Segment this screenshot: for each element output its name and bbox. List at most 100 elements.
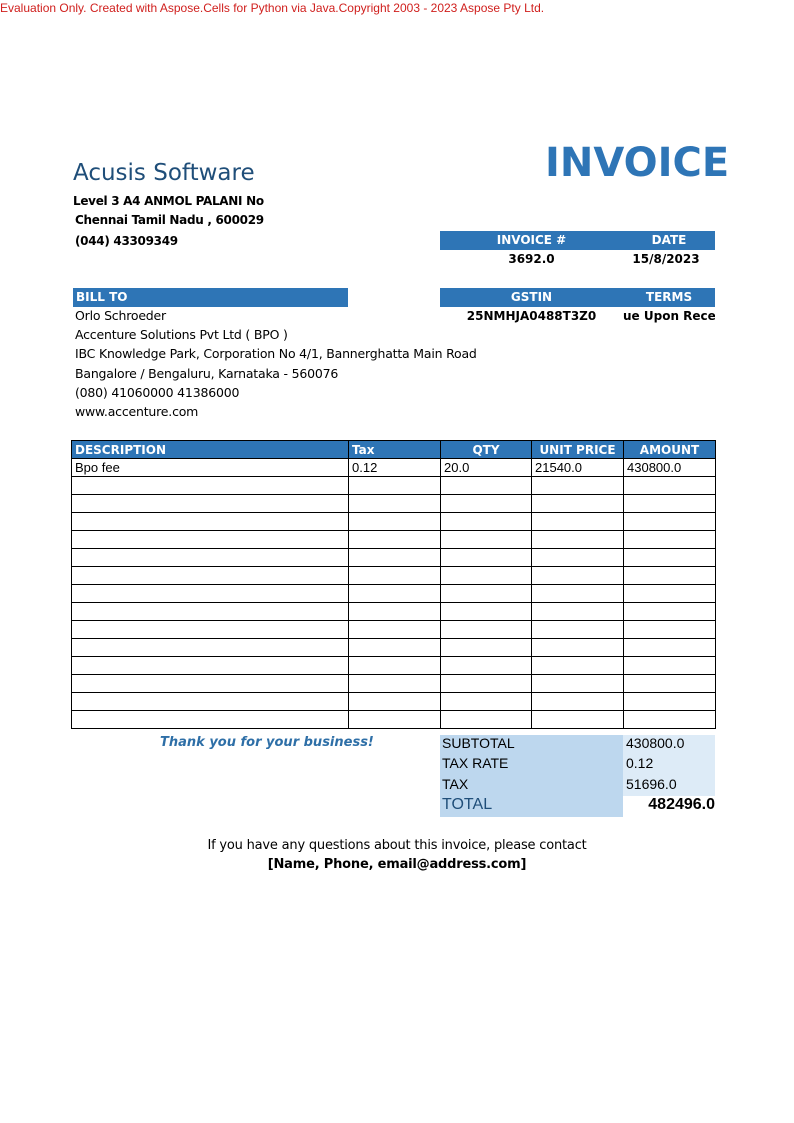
tax-rate-value: 0.12: [623, 755, 715, 776]
empty-cell[interactable]: [623, 602, 716, 621]
item-amount[interactable]: 430800.0: [623, 458, 716, 477]
table-row: Bpo fee 0.12 20.0 21540.0 430800.0: [71, 458, 716, 477]
empty-cell[interactable]: [531, 656, 624, 675]
empty-cell[interactable]: [623, 476, 716, 495]
empty-cell[interactable]: [531, 512, 624, 531]
item-unit-price[interactable]: 21540.0: [531, 458, 624, 477]
empty-cell[interactable]: [440, 548, 532, 567]
column-header-amount: AMOUNT: [623, 440, 716, 459]
column-header-description: DESCRIPTION: [71, 440, 349, 459]
empty-cell[interactable]: [348, 512, 441, 531]
gstin-terms-header: GSTIN TERMS: [440, 288, 715, 307]
bill-to-header: BILL TO: [73, 288, 348, 307]
empty-cell[interactable]: [440, 584, 532, 603]
empty-cell[interactable]: [531, 584, 624, 603]
empty-cell[interactable]: [71, 620, 349, 639]
empty-cell[interactable]: [440, 530, 532, 549]
empty-cell[interactable]: [71, 530, 349, 549]
empty-cell[interactable]: [623, 530, 716, 549]
invoice-number-label: INVOICE #: [496, 233, 567, 247]
empty-cell[interactable]: [71, 710, 349, 729]
empty-cell[interactable]: [531, 692, 624, 711]
empty-cell[interactable]: [71, 674, 349, 693]
empty-cell[interactable]: [348, 584, 441, 603]
empty-cell[interactable]: [531, 674, 624, 693]
empty-cell[interactable]: [531, 620, 624, 639]
empty-cell[interactable]: [440, 638, 532, 657]
empty-cell[interactable]: [623, 584, 716, 603]
empty-cell[interactable]: [348, 494, 441, 513]
empty-cell[interactable]: [440, 602, 532, 621]
terms-value: ue Upon Receip: [623, 309, 715, 323]
empty-cell[interactable]: [623, 692, 716, 711]
empty-cell[interactable]: [348, 530, 441, 549]
empty-cell[interactable]: [348, 638, 441, 657]
item-tax[interactable]: 0.12: [348, 458, 441, 477]
table-row: [71, 512, 716, 531]
empty-cell[interactable]: [71, 692, 349, 711]
empty-cell[interactable]: [531, 548, 624, 567]
empty-cell[interactable]: [623, 656, 716, 675]
empty-cell[interactable]: [440, 494, 532, 513]
tax-rate-label: TAX RATE: [440, 755, 623, 776]
empty-cell[interactable]: [71, 548, 349, 567]
empty-cell[interactable]: [623, 710, 716, 729]
empty-cell[interactable]: [71, 584, 349, 603]
empty-cell[interactable]: [348, 674, 441, 693]
empty-cell[interactable]: [623, 620, 716, 639]
empty-cell[interactable]: [623, 566, 716, 585]
empty-cell[interactable]: [71, 602, 349, 621]
empty-cell[interactable]: [531, 530, 624, 549]
gstin-label: GSTIN: [510, 290, 553, 304]
empty-cell[interactable]: [348, 548, 441, 567]
empty-cell[interactable]: [440, 476, 532, 495]
empty-cell[interactable]: [623, 674, 716, 693]
empty-cell[interactable]: [531, 638, 624, 657]
empty-cell[interactable]: [440, 512, 532, 531]
line-items-table: DESCRIPTION Tax QTY UNIT PRICE AMOUNT Bp…: [71, 440, 716, 729]
empty-cell[interactable]: [531, 566, 624, 585]
empty-cell[interactable]: [348, 566, 441, 585]
empty-cell[interactable]: [71, 494, 349, 513]
empty-cell[interactable]: [440, 620, 532, 639]
empty-cell[interactable]: [348, 476, 441, 495]
empty-cell[interactable]: [531, 602, 624, 621]
total-label: TOTAL: [440, 796, 623, 817]
tax-value: 51696.0: [623, 776, 715, 796]
table-row: [71, 566, 716, 585]
empty-cell[interactable]: [623, 512, 716, 531]
empty-cell[interactable]: [623, 638, 716, 657]
item-description[interactable]: Bpo fee: [71, 458, 349, 477]
evaluation-watermark: Evaluation Only. Created with Aspose.Cel…: [0, 1, 545, 15]
invoice-title: INVOICE: [545, 140, 730, 186]
empty-cell[interactable]: [71, 638, 349, 657]
empty-cell[interactable]: [348, 710, 441, 729]
empty-cell[interactable]: [531, 476, 624, 495]
column-header-tax: Tax: [348, 440, 441, 459]
empty-cell[interactable]: [623, 494, 716, 513]
bill-to-line: Orlo Schroeder: [75, 308, 166, 323]
empty-cell[interactable]: [440, 674, 532, 693]
invoice-meta-header: INVOICE # DATE: [440, 231, 715, 250]
item-qty[interactable]: 20.0: [440, 458, 532, 477]
empty-cell[interactable]: [440, 710, 532, 729]
empty-cell[interactable]: [348, 620, 441, 639]
empty-cell[interactable]: [531, 710, 624, 729]
empty-cell[interactable]: [440, 566, 532, 585]
table-row: [71, 602, 716, 621]
empty-cell[interactable]: [440, 656, 532, 675]
empty-cell[interactable]: [440, 692, 532, 711]
empty-cell[interactable]: [71, 476, 349, 495]
subtotal-label: SUBTOTAL: [440, 735, 623, 755]
empty-cell[interactable]: [623, 548, 716, 567]
bill-to-line: www.accenture.com: [75, 404, 199, 419]
empty-cell[interactable]: [348, 656, 441, 675]
empty-cell[interactable]: [71, 566, 349, 585]
empty-cell[interactable]: [348, 602, 441, 621]
empty-cell[interactable]: [71, 512, 349, 531]
table-row: [71, 476, 716, 495]
company-phone: (044) 43309349: [75, 234, 178, 248]
empty-cell[interactable]: [71, 656, 349, 675]
empty-cell[interactable]: [348, 692, 441, 711]
empty-cell[interactable]: [531, 494, 624, 513]
